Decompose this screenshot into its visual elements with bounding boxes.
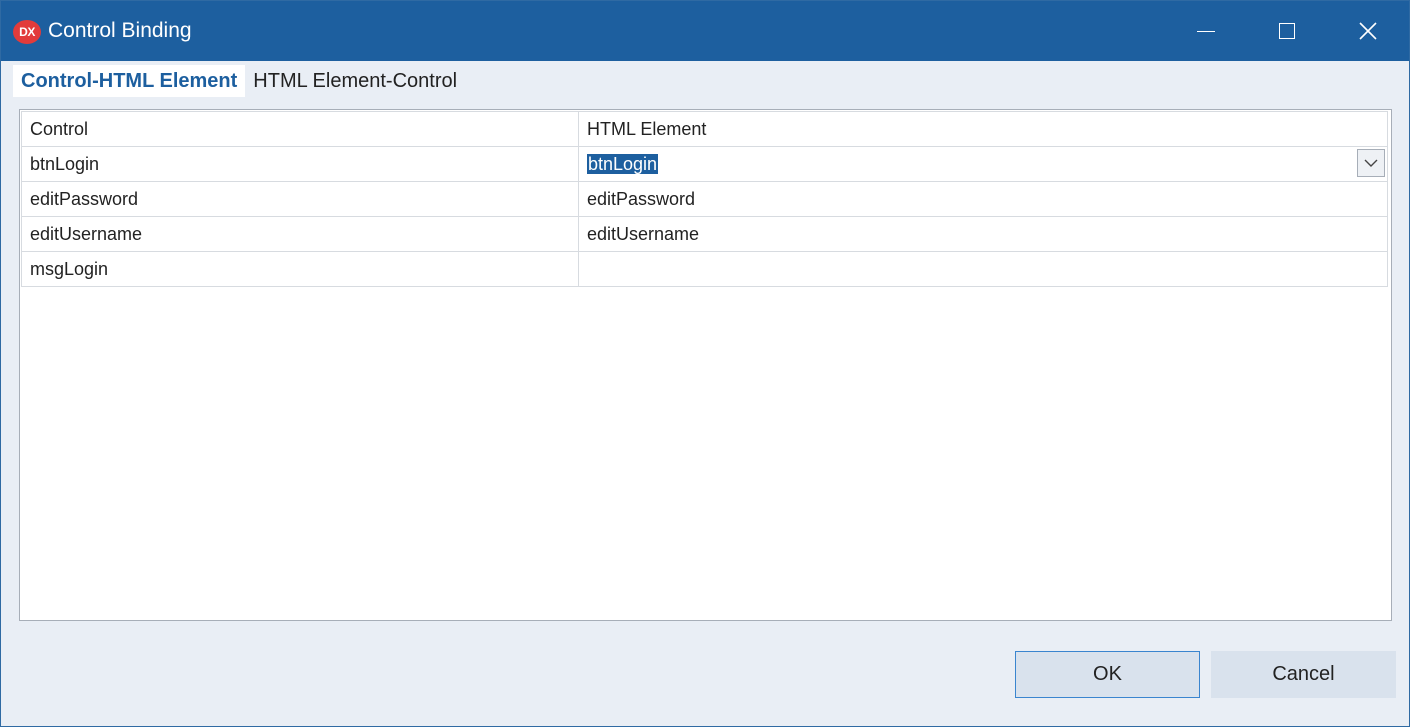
- table-header-row: Control HTML Element: [21, 111, 1388, 147]
- binding-grid[interactable]: Control HTML Element btnLogin btnLogin e…: [19, 109, 1392, 621]
- cell-html-element-editor[interactable]: btnLogin: [578, 146, 1388, 182]
- close-button[interactable]: [1328, 1, 1408, 61]
- tab-html-element-control[interactable]: HTML Element-Control: [245, 65, 465, 97]
- cell-html-element[interactable]: editUsername: [578, 216, 1388, 252]
- maximize-icon: [1279, 23, 1295, 39]
- cell-html-element[interactable]: [578, 251, 1388, 287]
- window-title: Control Binding: [48, 19, 192, 42]
- tab-strip: Control-HTML Element HTML Element-Contro…: [13, 65, 465, 97]
- title-bar[interactable]: DX Control Binding: [1, 1, 1409, 61]
- minimize-icon: [1197, 30, 1215, 32]
- cell-control[interactable]: msgLogin: [21, 251, 579, 287]
- table-row[interactable]: editUsername editUsername: [21, 216, 1388, 252]
- table-row[interactable]: editPassword editPassword: [21, 181, 1388, 217]
- table-row[interactable]: btnLogin btnLogin: [21, 146, 1388, 182]
- dropdown-button[interactable]: [1357, 149, 1385, 177]
- ok-button[interactable]: OK: [1015, 651, 1200, 698]
- chevron-down-icon: [1364, 159, 1378, 167]
- cell-control[interactable]: editUsername: [21, 216, 579, 252]
- cell-control[interactable]: editPassword: [21, 181, 579, 217]
- cell-control[interactable]: btnLogin: [21, 146, 579, 182]
- app-logo-icon: DX: [13, 20, 41, 44]
- cell-html-element[interactable]: editPassword: [578, 181, 1388, 217]
- cell-editor-input[interactable]: btnLogin: [587, 153, 659, 174]
- cancel-button[interactable]: Cancel: [1211, 651, 1396, 698]
- minimize-button[interactable]: [1166, 1, 1246, 61]
- tab-control-html-element[interactable]: Control-HTML Element: [13, 65, 246, 97]
- binding-table: Control HTML Element btnLogin btnLogin e…: [21, 111, 1388, 287]
- column-header-html-element[interactable]: HTML Element: [578, 111, 1388, 147]
- close-icon: [1359, 22, 1377, 40]
- column-header-control[interactable]: Control: [21, 111, 579, 147]
- table-row[interactable]: msgLogin: [21, 251, 1388, 287]
- control-binding-dialog: DX Control Binding Control-HTML Element …: [0, 0, 1410, 727]
- maximize-button[interactable]: [1247, 1, 1327, 61]
